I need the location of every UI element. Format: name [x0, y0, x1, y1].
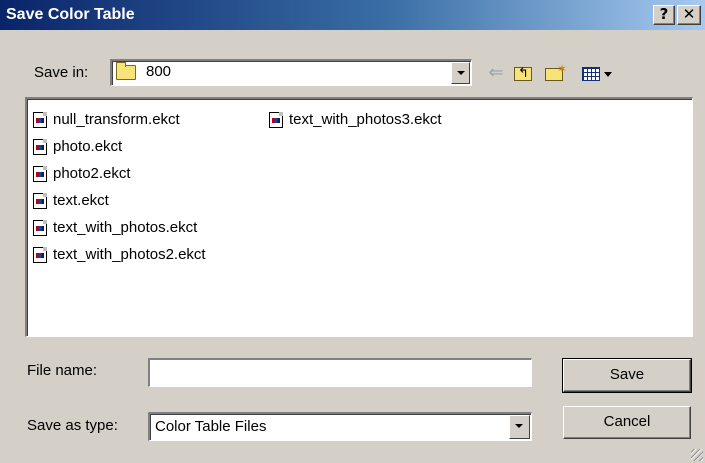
- file-name-text: photo.ekct: [53, 138, 123, 155]
- title-bar[interactable]: Save Color Table ? ✕: [0, 0, 705, 30]
- create-new-folder-icon[interactable]: ✶: [543, 62, 567, 84]
- document-icon: [33, 112, 47, 128]
- file-list[interactable]: null_transform.ekct photo.ekct photo2.ek…: [25, 97, 693, 337]
- document-icon: [33, 247, 47, 263]
- file-name-label: File name:: [27, 362, 98, 379]
- save-in-value: 800: [146, 63, 172, 80]
- cancel-button[interactable]: Cancel: [563, 406, 691, 439]
- up-one-level-icon[interactable]: [512, 62, 536, 85]
- file-name-text: text.ekct: [53, 192, 109, 209]
- file-name-text: text_with_photos3.ekct: [289, 111, 442, 128]
- file-name-text: text_with_photos2.ekct: [53, 246, 206, 263]
- resize-grip-icon[interactable]: [691, 449, 703, 461]
- file-name-text: null_transform.ekct: [53, 111, 180, 128]
- document-icon: [33, 139, 47, 155]
- document-icon: [33, 220, 47, 236]
- file-name-text: photo2.ekct: [53, 165, 131, 182]
- folder-icon: [116, 62, 136, 80]
- close-button[interactable]: ✕: [677, 5, 701, 25]
- back-arrow-icon[interactable]: ⇐: [484, 62, 508, 84]
- view-menu-icon[interactable]: [580, 62, 620, 84]
- save-as-type-label: Save as type:: [27, 417, 118, 434]
- document-icon: [33, 166, 47, 182]
- chevron-down-icon[interactable]: [509, 415, 530, 439]
- document-icon: [269, 112, 283, 128]
- save-as-type-value: Color Table Files: [155, 418, 267, 435]
- save-as-type-dropdown[interactable]: Color Table Files: [148, 412, 532, 441]
- file-name-input[interactable]: [148, 358, 532, 387]
- chevron-down-icon[interactable]: [451, 62, 470, 84]
- save-button[interactable]: Save: [562, 358, 692, 393]
- file-name-text: text_with_photos.ekct: [53, 219, 198, 236]
- save-in-label: Save in:: [34, 64, 89, 81]
- document-icon: [33, 193, 47, 209]
- window-title: Save Color Table: [6, 6, 135, 23]
- save-in-dropdown[interactable]: 800: [110, 59, 472, 86]
- help-button[interactable]: ?: [653, 5, 675, 25]
